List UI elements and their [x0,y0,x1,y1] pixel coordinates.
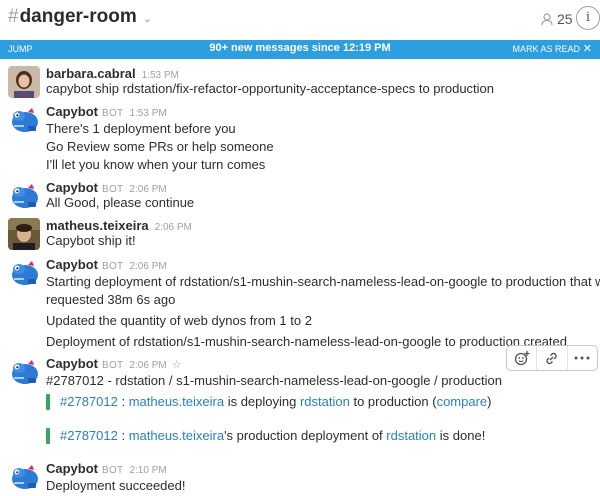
message-text: #2787012 - rdstation / s1-mushin-search-… [46,373,502,388]
avatar[interactable] [8,66,40,98]
message-author[interactable]: Capybot [46,180,98,195]
avatar[interactable] [8,180,40,212]
separator: : [117,428,129,443]
message-author[interactable]: Capybot [46,257,98,272]
repo-link[interactable]: rdstation [300,394,350,409]
message-timestamp[interactable]: 2:10 PM [129,465,166,476]
attachment-static: is done! [436,428,486,443]
bot-badge: BOT [102,261,124,272]
person-icon [541,12,553,25]
message-text: capybot ship rdstation/fix-refactor-oppo… [46,81,495,96]
mark-as-read-button[interactable]: MARK AS READ [512,44,580,54]
new-messages-banner[interactable]: JUMP 90+ new messages since 12:19 PM MAR… [0,40,600,59]
message-author[interactable]: matheus.teixeira [46,218,149,233]
close-icon[interactable]: ✕ [583,42,592,55]
avatar[interactable] [8,104,40,136]
attachment-static: is deploying [224,394,300,409]
message-author[interactable]: Capybot [46,104,98,119]
info-icon[interactable]: i [576,6,600,30]
message-timestamp[interactable]: 2:06 PM [155,222,192,233]
attachment-static: to production ( [349,394,437,409]
separator: : [117,394,129,409]
message: Capybot BOT 2:06 PM Starting deployment of… [0,257,600,351]
new-messages-text: 90+ new messages since 12:19 PM [209,42,391,54]
message: matheus.teixeira 2:06 PM Capybot ship it! [0,218,600,252]
attachment-text: #2787012 : matheus.teixeira's production… [60,428,485,443]
member-count[interactable]: 25 [541,11,573,27]
add-reaction-icon[interactable] [507,346,538,370]
star-icon[interactable]: ☆ [172,359,182,371]
message-author[interactable]: Capybot [46,356,98,371]
bot-badge: BOT [102,108,124,119]
avatar[interactable] [8,257,40,289]
message: barbara.cabral 1:53 PM capybot ship rdsta… [0,66,600,100]
message-actions [506,345,598,371]
message-text: Updated the quantity of web dynos from 1… [46,313,312,328]
message-timestamp[interactable]: 2:06 PM [129,360,166,371]
compare-link[interactable]: compare [437,394,488,409]
message-text: I'll let you know when your turn comes [46,157,266,172]
repo-link[interactable]: rdstation [386,428,436,443]
channel-name: danger-room [19,6,137,27]
message-text: Deployment of rdstation/s1-mushin-search… [46,334,567,349]
message-text: All Good, please continue [46,195,195,210]
message-text: Starting deployment of rdstation/s1-mush… [46,274,600,289]
chevron-down-icon[interactable]: ⌄ [143,12,152,25]
message-text: There's 1 deployment before you [46,121,236,136]
channel-title[interactable]: # danger-room ⌄ [8,6,152,28]
message-author[interactable]: Capybot [46,461,98,476]
bot-badge: BOT [102,360,124,371]
bot-badge: BOT [102,184,124,195]
message-text: Capybot ship it! [46,233,136,248]
message-timestamp[interactable]: 1:53 PM [129,108,166,119]
message-author[interactable]: barbara.cabral [46,66,136,81]
hash-icon: # [8,6,19,27]
bot-badge: BOT [102,465,124,476]
channel-header: # danger-room ⌄ 25 i [0,0,600,38]
attachment-text: #2787012 : matheus.teixeira is deploying… [60,394,491,409]
attachment-bar [46,428,50,444]
attachment-static: 's production deployment of [224,428,387,443]
avatar[interactable] [8,356,40,388]
message-text: Go Review some PRs or help someone [46,139,274,154]
message: Capybot BOT 2:10 PM Deployment succeeded! [0,461,600,495]
attachment-bar [46,394,50,410]
more-actions-icon[interactable] [568,346,597,370]
deployment-link[interactable]: #2787012 [60,428,118,443]
message-text: Deployment succeeded! [46,478,186,493]
attachment-static: ) [487,394,492,409]
message-timestamp[interactable]: 1:53 PM [142,70,179,81]
user-link[interactable]: matheus.teixeira [129,394,224,409]
message-text: requested 38m 6s ago [46,292,176,307]
message: Capybot BOT 1:53 PM There's 1 deployment b… [0,104,600,174]
member-count-value: 25 [557,11,573,27]
message-timestamp[interactable]: 2:06 PM [129,261,166,272]
avatar[interactable] [8,218,40,250]
message: Capybot BOT 2:06 PM All Good, please conti… [0,180,600,214]
user-link[interactable]: matheus.teixeira [129,428,224,443]
link-icon[interactable] [537,346,568,370]
message-timestamp[interactable]: 2:06 PM [129,184,166,195]
deployment-link[interactable]: #2787012 [60,394,118,409]
avatar[interactable] [8,461,40,493]
